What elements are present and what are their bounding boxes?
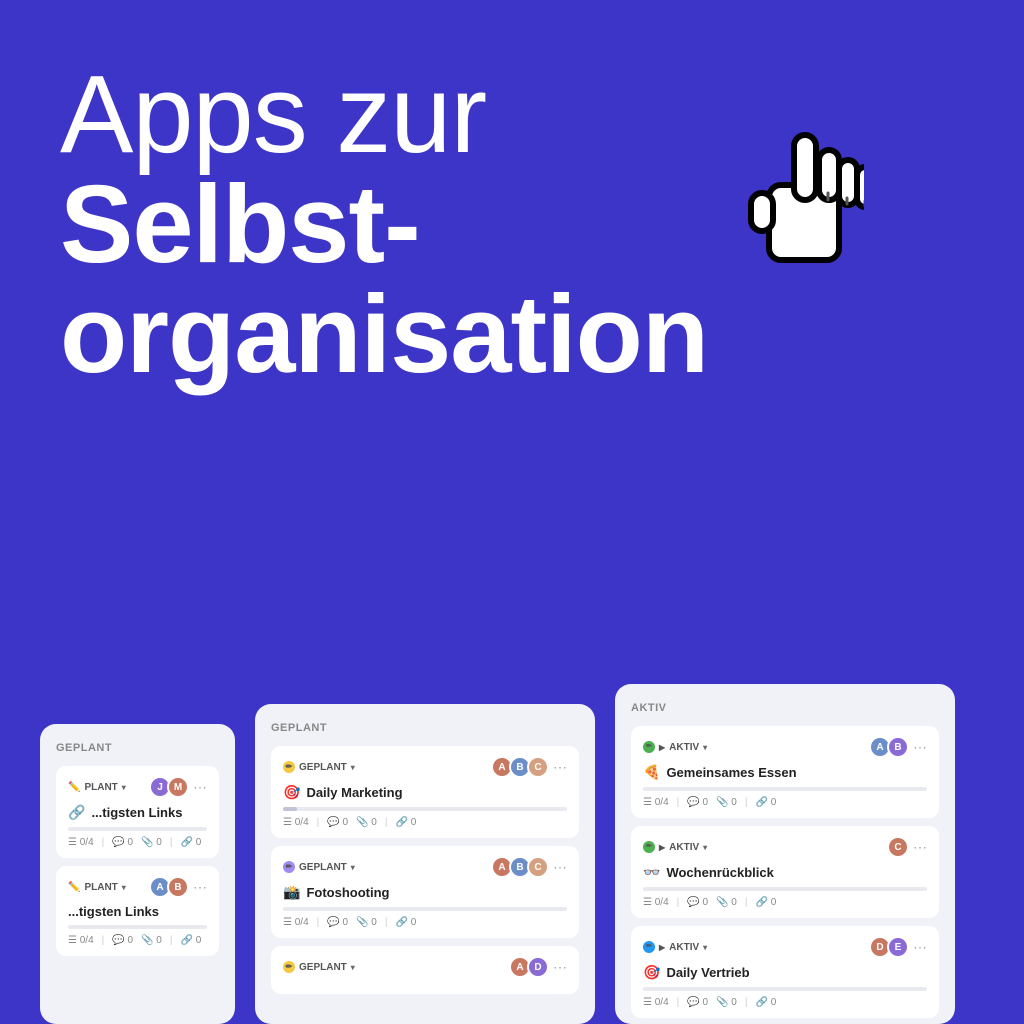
right-status-label-3: AKTIV — [669, 942, 699, 953]
card-middle: GEPLANT ✏ GEPLANT ▾ A B C ⋯ — [255, 704, 595, 1024]
right-meta-2: ☰ 0/4 | 💬 0 📎 0 | 🔗 0 — [643, 897, 927, 908]
right-more-2[interactable]: ⋯ — [913, 839, 927, 856]
right-title-1: Gemeinsames Essen — [666, 765, 796, 780]
right-task-3[interactable]: ✏ ▶ AKTIV ▾ D E ⋯ 🎯 Daily Vertrieb — [631, 926, 939, 1018]
middle-card-header: GEPLANT — [271, 722, 579, 734]
right-emoji-1: 🍕 — [643, 764, 660, 781]
right-more-1[interactable]: ⋯ — [913, 739, 927, 756]
right-emoji-2: 👓 — [643, 864, 660, 881]
task-emoji: 🔗 — [68, 804, 85, 821]
left-card-header: GEPLANT — [56, 742, 219, 754]
cards-area: GEPLANT ✏️ PLANT ▾ J M ⋯ 🔗 .. — [0, 684, 1024, 1024]
right-meta-1: ☰ 0/4 | 💬 0 📎 0 | 🔗 0 — [643, 797, 927, 808]
middle-title-2: Fotoshooting — [306, 885, 389, 900]
status-badge: ✏️ PLANT ▾ — [68, 782, 126, 793]
right-emoji-3: 🎯 — [643, 964, 660, 981]
middle-title-1: Daily Marketing — [306, 785, 402, 800]
right-card-header: AKTIV — [631, 702, 939, 714]
right-status-label-1: AKTIV — [669, 742, 699, 753]
more-icon-2[interactable]: ⋯ — [193, 879, 207, 896]
right-status-3: ✏ ▶ AKTIV ▾ — [643, 941, 707, 953]
middle-status-2: ✏ GEPLANT ▾ — [283, 861, 355, 873]
middle-more-3[interactable]: ⋯ — [553, 959, 567, 976]
middle-more-1[interactable]: ⋯ — [553, 759, 567, 776]
middle-status-1: ✏ GEPLANT ▾ — [283, 761, 355, 773]
left-task-1[interactable]: ✏️ PLANT ▾ J M ⋯ 🔗 ...tigsten Links ☰ — [56, 766, 219, 858]
right-status-label-2: AKTIV — [669, 842, 699, 853]
right-more-3[interactable]: ⋯ — [913, 939, 927, 956]
status-badge-2: ✏️ PLANT ▾ — [68, 882, 126, 893]
hero-text-block: Apps zur Selbst- organisation — [60, 60, 708, 390]
right-status-2: ✏ ▶ AKTIV ▾ — [643, 841, 707, 853]
middle-task-2[interactable]: ✏ GEPLANT ▾ A B C ⋯ 📸 Fotoshooting — [271, 846, 579, 938]
middle-emoji-2: 📸 — [283, 884, 300, 901]
hero-line3: organisation — [60, 280, 708, 390]
task-meta: ☰ 0/4 | 💬 0 📎 0 | 🔗 0 — [68, 837, 207, 848]
cursor-icon — [734, 120, 864, 260]
middle-task-3[interactable]: ✏ GEPLANT ▾ A D ⋯ — [271, 946, 579, 994]
middle-status-label-1: GEPLANT — [299, 762, 347, 773]
status-label: PLANT — [84, 782, 117, 793]
right-status-1: ✏ ▶ AKTIV ▾ — [643, 741, 707, 753]
right-title-3: Daily Vertrieb — [666, 965, 749, 980]
card-right: AKTIV ✏ ▶ AKTIV ▾ A B ⋯ 🍕 — [615, 684, 955, 1024]
middle-task-1[interactable]: ✏ GEPLANT ▾ A B C ⋯ 🎯 Daily Marketing — [271, 746, 579, 838]
middle-status-label-3: GEPLANT — [299, 962, 347, 973]
status-label-2: PLANT — [84, 882, 117, 893]
left-task-2[interactable]: ✏️ PLANT ▾ A B ⋯ ...tigsten Links ☰ 0/4 — [56, 866, 219, 956]
right-title-2: Wochenrückblick — [666, 865, 773, 880]
middle-status-label-2: GEPLANT — [299, 862, 347, 873]
middle-more-2[interactable]: ⋯ — [553, 859, 567, 876]
hero-line2: Selbst- — [60, 170, 708, 280]
card-left: GEPLANT ✏️ PLANT ▾ J M ⋯ 🔗 .. — [40, 724, 235, 1024]
middle-emoji-1: 🎯 — [283, 784, 300, 801]
hero-line1: Apps zur — [60, 60, 708, 170]
middle-status-3: ✏ GEPLANT ▾ — [283, 961, 355, 973]
right-meta-3: ☰ 0/4 | 💬 0 📎 0 | 🔗 0 — [643, 997, 927, 1008]
task-meta-2: ☰ 0/4 | 💬 0 📎 0 | 🔗 0 — [68, 935, 207, 946]
middle-meta-1: ☰ 0/4 | 💬 0 📎 0 | 🔗 0 — [283, 817, 567, 828]
right-task-1[interactable]: ✏ ▶ AKTIV ▾ A B ⋯ 🍕 Gemeinsames Essen — [631, 726, 939, 818]
more-icon[interactable]: ⋯ — [193, 779, 207, 796]
task-title-2: ...tigsten Links — [68, 904, 159, 919]
task-title: ...tigsten Links — [91, 805, 182, 820]
right-task-2[interactable]: ✏ ▶ AKTIV ▾ C ⋯ 👓 Wochenrückblick ☰ 0/4 — [631, 826, 939, 918]
middle-meta-2: ☰ 0/4 | 💬 0 📎 0 | 🔗 0 — [283, 917, 567, 928]
